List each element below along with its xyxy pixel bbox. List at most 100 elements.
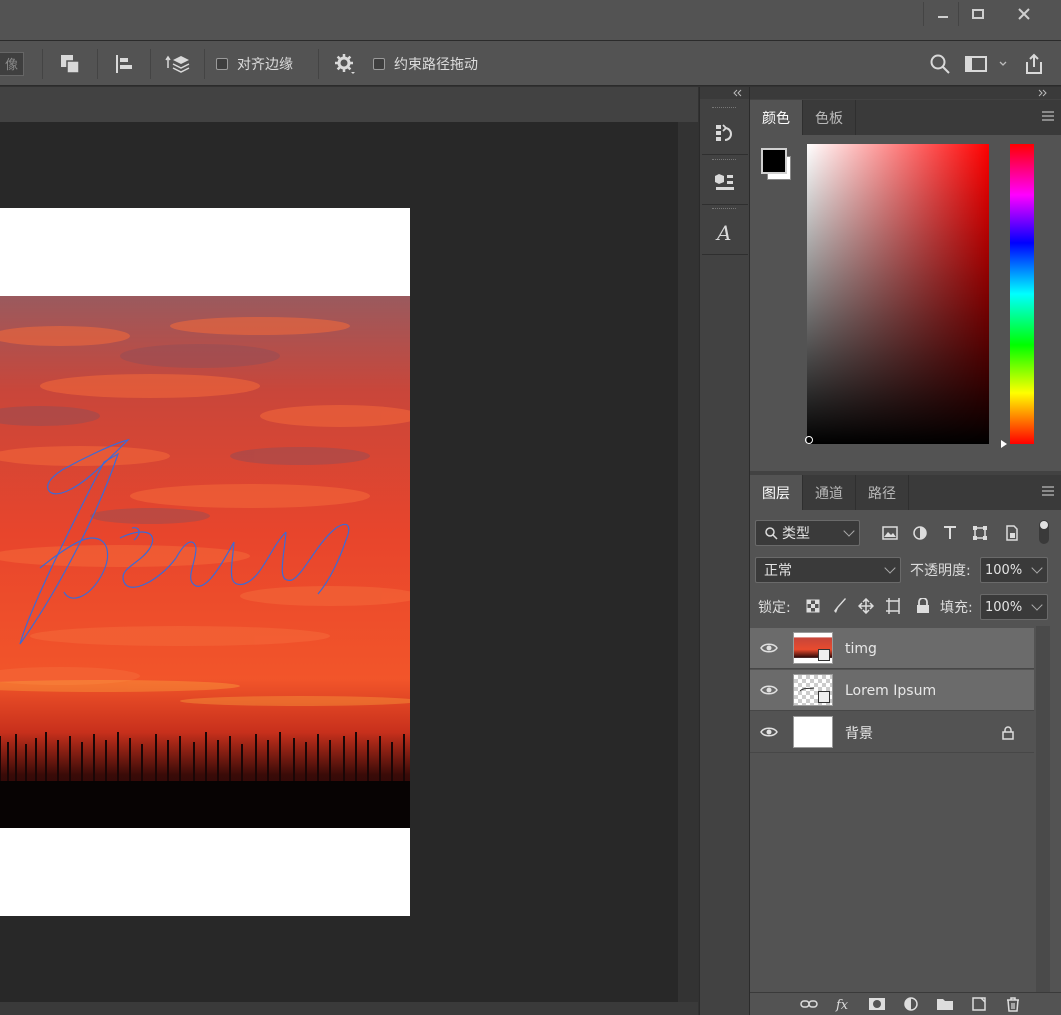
filter-shape-icon[interactable] bbox=[972, 525, 988, 541]
path-options-button[interactable] bbox=[334, 41, 356, 86]
new-layer-icon[interactable] bbox=[970, 996, 988, 1012]
vertical-scrollbar[interactable] bbox=[678, 122, 698, 1002]
align-left-icon bbox=[116, 54, 132, 73]
workspace-dropdown[interactable] bbox=[998, 41, 1008, 86]
add-mask-icon[interactable] bbox=[868, 996, 886, 1012]
opacity-input[interactable]: 100% bbox=[980, 557, 1048, 583]
layer-filter-dropdown[interactable]: 类型 bbox=[755, 520, 860, 546]
close-button[interactable] bbox=[1001, 2, 1046, 26]
layer-name[interactable]: Lorem Ipsum bbox=[845, 670, 936, 711]
link-layers-icon[interactable] bbox=[800, 996, 818, 1012]
search-button[interactable] bbox=[929, 41, 951, 86]
canvas-area[interactable] bbox=[0, 122, 678, 1002]
layers-panel-tabs: 图层 通道 路径 bbox=[750, 475, 1061, 510]
lock-all-icon[interactable] bbox=[916, 598, 930, 614]
partial-dropdown-label: 像 bbox=[0, 51, 24, 76]
workspace-icon bbox=[965, 55, 987, 72]
path-operations-icon bbox=[61, 54, 80, 74]
minimize-icon bbox=[937, 16, 948, 18]
align-edges-checkbox-box[interactable] bbox=[216, 57, 228, 70]
partial-dropdown[interactable]: 像 bbox=[0, 41, 24, 86]
minimize-button[interactable] bbox=[923, 2, 961, 26]
blend-mode-value: 正常 bbox=[764, 563, 792, 579]
layer-thumbnail bbox=[793, 632, 833, 664]
constrain-path-checkbox[interactable]: 约束路径拖动 bbox=[373, 41, 478, 86]
hue-slider[interactable] bbox=[1010, 144, 1034, 444]
history-panel-button[interactable] bbox=[702, 111, 748, 155]
new-group-icon[interactable] bbox=[936, 996, 954, 1012]
eye-icon[interactable] bbox=[760, 725, 778, 739]
properties-panel-button[interactable] bbox=[702, 161, 748, 205]
lock-artboard-icon[interactable] bbox=[886, 598, 902, 614]
svg-text:A: A bbox=[715, 222, 731, 244]
filter-type-icon[interactable] bbox=[942, 525, 958, 541]
lock-transparent-pixels-icon[interactable] bbox=[806, 599, 820, 613]
constrain-path-checkbox-box[interactable] bbox=[373, 57, 385, 70]
filter-pixel-icon[interactable] bbox=[882, 526, 898, 540]
chevron-down-icon bbox=[999, 61, 1007, 66]
tab-swatches[interactable]: 色板 bbox=[803, 100, 856, 135]
search-icon bbox=[765, 527, 778, 540]
workspace-button[interactable] bbox=[964, 41, 988, 86]
lock-icon[interactable] bbox=[1002, 726, 1014, 740]
lock-image-pixels-icon[interactable] bbox=[832, 598, 848, 614]
search-icon bbox=[930, 54, 950, 74]
fx-icon[interactable]: fx bbox=[834, 996, 852, 1012]
tab-color[interactable]: 颜色 bbox=[750, 100, 803, 135]
collapse-right-icon bbox=[1038, 89, 1047, 97]
options-bar: 像 对齐边缘 约束路径拖动 bbox=[0, 41, 1061, 86]
hue-slider-thumb[interactable] bbox=[1000, 439, 1008, 449]
color-field[interactable] bbox=[807, 144, 989, 444]
gear-icon bbox=[335, 53, 355, 74]
dock-header bbox=[700, 87, 750, 99]
opacity-value: 100% bbox=[985, 562, 1023, 578]
document-tab-strip bbox=[0, 87, 698, 122]
right-panel-column: 颜色 色板 图层 通道 路径 类型 正常 不透明度: 100% 锁定: 填充: … bbox=[749, 87, 1061, 1015]
filter-adjustment-icon[interactable] bbox=[912, 525, 928, 541]
path-arrangement-button[interactable] bbox=[164, 41, 192, 86]
tab-channels[interactable]: 通道 bbox=[803, 475, 856, 510]
maximize-button[interactable] bbox=[958, 2, 996, 26]
lock-position-icon[interactable] bbox=[858, 598, 874, 614]
color-picker-marker[interactable] bbox=[805, 436, 813, 444]
layer-row-background[interactable]: 背景 bbox=[750, 712, 1034, 753]
align-edges-checkbox[interactable]: 对齐边缘 bbox=[216, 41, 293, 86]
foreground-color-swatch[interactable] bbox=[761, 148, 787, 174]
text-path-outline[interactable] bbox=[0, 208, 410, 916]
collapse-left-icon bbox=[733, 89, 742, 97]
layer-name[interactable]: 背景 bbox=[845, 712, 873, 753]
glyphs-panel-button[interactable]: A bbox=[702, 211, 748, 255]
share-button[interactable] bbox=[1022, 41, 1046, 86]
trash-icon[interactable] bbox=[1004, 996, 1022, 1012]
adjustment-layer-icon[interactable] bbox=[902, 996, 920, 1012]
eye-icon[interactable] bbox=[760, 641, 778, 655]
blend-mode-dropdown[interactable]: 正常 bbox=[755, 557, 901, 583]
path-operations-button[interactable] bbox=[58, 41, 82, 86]
align-edges-label: 对齐边缘 bbox=[237, 56, 293, 73]
fill-value: 100% bbox=[985, 599, 1023, 615]
horizontal-scrollbar[interactable] bbox=[0, 1002, 698, 1015]
collapsed-panel-dock: A bbox=[699, 87, 750, 1015]
filter-toggle[interactable] bbox=[1039, 520, 1049, 544]
filter-smart-object-icon[interactable] bbox=[1004, 525, 1020, 541]
layer-filter-label: 类型 bbox=[782, 526, 810, 542]
layers-scrollbar[interactable] bbox=[1036, 626, 1050, 1006]
arrange-layers-icon bbox=[165, 55, 190, 73]
glyphs-icon: A bbox=[715, 222, 731, 244]
svg-text:fx: fx bbox=[835, 998, 849, 1012]
layers-bottom-bar: fx bbox=[750, 992, 1061, 1015]
document-canvas[interactable] bbox=[0, 208, 410, 916]
panel-menu-icon[interactable] bbox=[1042, 110, 1054, 122]
path-alignment-button[interactable] bbox=[112, 41, 136, 86]
close-icon bbox=[1017, 8, 1030, 20]
tab-layers[interactable]: 图层 bbox=[750, 475, 803, 510]
panel-menu-icon[interactable] bbox=[1042, 485, 1054, 497]
eye-icon[interactable] bbox=[760, 683, 778, 697]
layer-row-lorem-ipsum[interactable]: Lorem Ipsum bbox=[750, 670, 1034, 711]
layer-row-timg[interactable]: timg bbox=[750, 628, 1034, 669]
color-panel bbox=[750, 135, 1061, 471]
layer-name[interactable]: timg bbox=[845, 628, 877, 669]
fill-input[interactable]: 100% bbox=[980, 594, 1048, 620]
properties-icon bbox=[715, 173, 734, 190]
tab-paths[interactable]: 路径 bbox=[856, 475, 909, 510]
